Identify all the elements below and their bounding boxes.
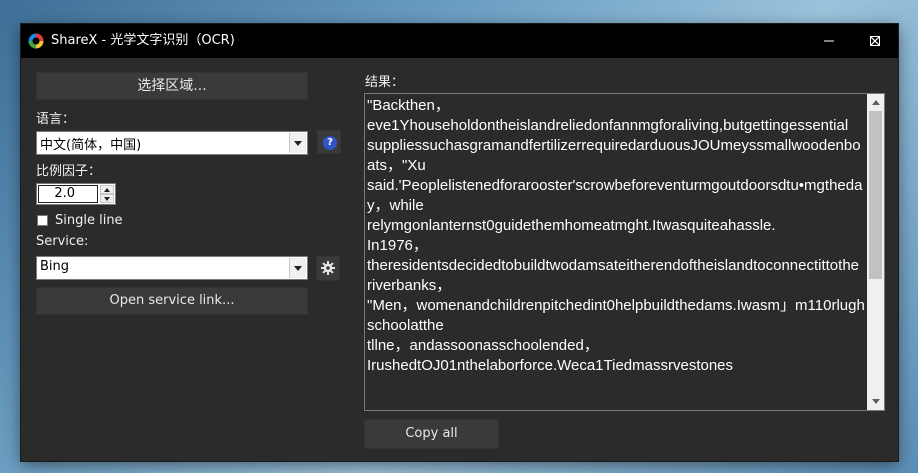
result-label: 结果：: [365, 75, 405, 90]
scroll-down-icon[interactable]: [867, 393, 884, 410]
open-service-link-button[interactable]: Open service link...: [36, 287, 308, 315]
service-label: Service:: [36, 234, 89, 249]
single-line-label[interactable]: Single line: [55, 213, 123, 228]
language-select[interactable]: 中文(简体，中国): [36, 131, 308, 155]
result-textbox[interactable]: "Backthen， eve1Yhouseholdontheislandreli…: [364, 93, 885, 411]
result-scrollbar[interactable]: [867, 94, 884, 410]
language-help-button[interactable]: ?: [317, 130, 341, 154]
scale-factor-value[interactable]: 2.0: [38, 185, 98, 203]
title-bar[interactable]: ShareX - 光学文字识别（OCR): [21, 24, 898, 58]
minimize-icon: [824, 40, 834, 42]
language-label: 语言：: [36, 112, 76, 127]
gear-icon: [321, 261, 335, 275]
close-icon: [870, 36, 880, 46]
result-text[interactable]: "Backthen， eve1Yhouseholdontheislandreli…: [367, 96, 865, 376]
single-line-checkbox[interactable]: [37, 215, 48, 226]
stepper-down-icon[interactable]: [100, 194, 114, 203]
chevron-down-icon: [289, 133, 306, 153]
help-icon: ?: [323, 136, 337, 150]
window-title: ShareX - 光学文字识别（OCR): [51, 33, 235, 48]
copy-all-button[interactable]: Copy all: [364, 419, 499, 449]
chevron-down-icon: [289, 258, 306, 278]
select-region-button[interactable]: 选择区域...: [36, 72, 308, 100]
language-select-value: 中文(简体，中国): [40, 138, 142, 153]
minimize-button[interactable]: [806, 24, 852, 58]
service-settings-button[interactable]: [316, 256, 340, 281]
scroll-up-icon[interactable]: [867, 94, 884, 111]
scale-factor-stepper[interactable]: 2.0: [36, 183, 116, 205]
stepper-up-icon[interactable]: [100, 185, 114, 194]
close-button[interactable]: [852, 24, 898, 58]
scrollbar-thumb[interactable]: [869, 111, 882, 279]
sharex-app-icon: [28, 33, 44, 49]
service-select[interactable]: Bing: [36, 256, 308, 280]
scale-factor-label: 比例因子：: [36, 164, 102, 179]
service-select-value: Bing: [40, 259, 70, 274]
ocr-window: ShareX - 光学文字识别（OCR) 选择区域... 语言： 中文(简体，中…: [21, 24, 898, 461]
